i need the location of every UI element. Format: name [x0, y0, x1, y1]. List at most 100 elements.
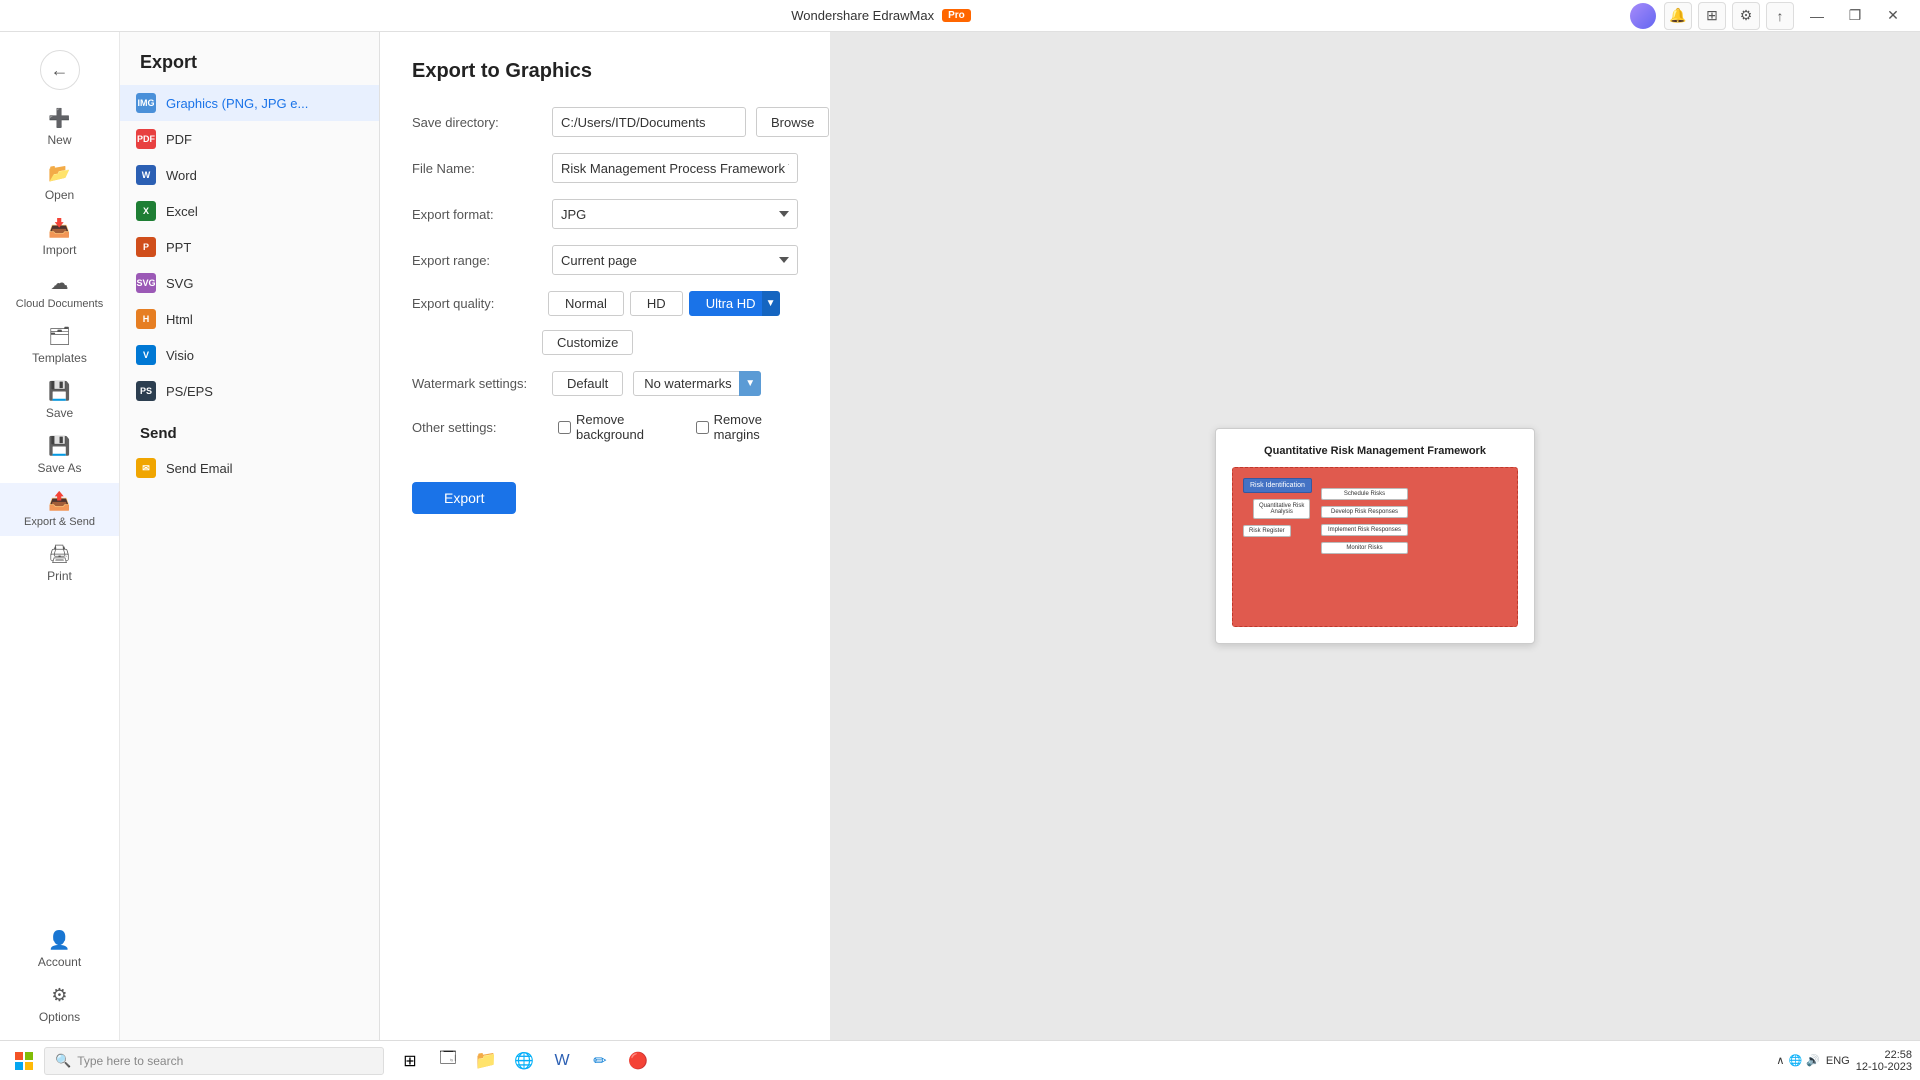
- open-label: Open: [45, 188, 74, 202]
- watermark-dropdown-arrow[interactable]: ▼: [739, 371, 761, 396]
- export-format-word[interactable]: W Word: [120, 157, 379, 193]
- taskbar-search[interactable]: 🔍 Type here to search: [44, 1047, 384, 1075]
- svg-label: SVG: [166, 276, 193, 291]
- volume-icon[interactable]: 🔊: [1806, 1054, 1820, 1067]
- develop-risk-node: Develop Risk Responses: [1321, 506, 1408, 518]
- import-icon: 📥: [48, 218, 70, 239]
- svg-icon: SVG: [136, 273, 156, 293]
- remove-background-label[interactable]: Remove background: [558, 412, 680, 442]
- watermark-default-button[interactable]: Default: [552, 371, 623, 396]
- export-quality-label: Export quality:: [412, 296, 542, 311]
- sidebar-item-export[interactable]: 📤 Export & Send: [0, 483, 119, 536]
- back-arrow-icon[interactable]: ←: [40, 50, 80, 90]
- ps-label: PS/EPS: [166, 384, 213, 399]
- import-label: Import: [42, 243, 76, 257]
- visio-icon: V: [136, 345, 156, 365]
- export-format-label: Export format:: [412, 207, 542, 222]
- preview-area: Quantitative Risk Management Framework R…: [830, 32, 1920, 1040]
- taskbar-chrome-button[interactable]: 🔴: [620, 1043, 656, 1079]
- taskbar: 🔍 Type here to search ⊞ 🗔 📁 🌐 W ✏ 🔴 ∧ 🌐 …: [0, 1040, 1920, 1080]
- export-sidebar: Export IMG Graphics (PNG, JPG e... PDF P…: [120, 32, 380, 1040]
- sidebar-item-account[interactable]: 👤 Account: [0, 922, 119, 977]
- taskbar-edraw-button[interactable]: ✏: [582, 1043, 618, 1079]
- export-format-graphics[interactable]: IMG Graphics (PNG, JPG e...: [120, 85, 379, 121]
- graphics-icon: IMG: [136, 93, 156, 113]
- file-name-input[interactable]: [552, 153, 798, 183]
- network-icon[interactable]: 🌐: [1788, 1054, 1802, 1067]
- sidebar-item-save[interactable]: 💾 Save: [0, 373, 119, 428]
- other-settings-row: Other settings: Remove background Remove…: [412, 412, 798, 442]
- export-format-html[interactable]: H Html: [120, 301, 379, 337]
- save-label: Save: [46, 406, 73, 420]
- export-format-svg[interactable]: SVG SVG: [120, 265, 379, 301]
- watermark-select-wrap: No watermarks ▼: [633, 371, 761, 396]
- taskbar-explorer-button[interactable]: 📁: [468, 1043, 504, 1079]
- sidebar-item-print[interactable]: 🖨 Print: [0, 536, 119, 591]
- export-format-ppt[interactable]: P PPT: [120, 229, 379, 265]
- sidebar-item-save-as[interactable]: 💾 Save As: [0, 428, 119, 483]
- export-format-pdf[interactable]: PDF PDF: [120, 121, 379, 157]
- save-directory-row: Save directory: Browse: [412, 107, 798, 137]
- options-icon: ⚙: [51, 985, 67, 1006]
- export-format-visio[interactable]: V Visio: [120, 337, 379, 373]
- quality-hd-button[interactable]: HD: [630, 291, 683, 316]
- taskbar-apps: ⊞ 🗔 📁 🌐 W ✏ 🔴: [392, 1043, 656, 1079]
- export-format-ps[interactable]: PS PS/EPS: [120, 373, 379, 409]
- export-quality-row: Export quality: Normal HD Ultra HD ▼: [412, 291, 798, 316]
- watermark-label: Watermark settings:: [412, 376, 542, 391]
- sidebar-item-open[interactable]: 📂 Open: [0, 155, 119, 210]
- print-icon: 🖨: [48, 544, 71, 565]
- close-button[interactable]: ✕: [1878, 6, 1908, 26]
- taskbar-clock[interactable]: 22:58 12-10-2023: [1856, 1049, 1912, 1073]
- export-range-select[interactable]: Current page All pages Selected shapes: [552, 245, 798, 275]
- export-button[interactable]: Export: [412, 482, 516, 514]
- grid-icon[interactable]: ⊞: [1698, 2, 1726, 30]
- remove-background-checkbox[interactable]: [558, 421, 571, 434]
- save-as-icon: 💾: [48, 436, 70, 457]
- customize-button[interactable]: Customize: [542, 330, 633, 355]
- new-label: New: [47, 133, 71, 147]
- taskbar-taskview-button[interactable]: 🗔: [430, 1043, 466, 1079]
- settings-icon[interactable]: ⚙: [1732, 2, 1760, 30]
- sidebar-item-cloud[interactable]: ☁ Cloud Documents: [0, 265, 119, 318]
- minimize-button[interactable]: —: [1802, 6, 1832, 26]
- back-button[interactable]: ←: [0, 40, 119, 100]
- ppt-label: PPT: [166, 240, 191, 255]
- word-icon: W: [136, 165, 156, 185]
- excel-icon: X: [136, 201, 156, 221]
- taskbar-widgets-button[interactable]: ⊞: [392, 1043, 428, 1079]
- options-label: Options: [39, 1010, 80, 1024]
- export-format-select[interactable]: JPG PNG BMP GIF TIFF SVG: [552, 199, 798, 229]
- templates-label: Templates: [32, 351, 87, 365]
- content-area: Export to Graphics Save directory: Brows…: [380, 32, 1920, 1040]
- send-email-item[interactable]: ✉ Send Email: [120, 450, 379, 486]
- title-bar: Wondershare EdrawMax Pro 🔔 ⊞ ⚙ ↑ — ❐ ✕: [0, 0, 1920, 32]
- remove-margins-label[interactable]: Remove margins: [696, 412, 798, 442]
- new-icon: ➕: [48, 108, 70, 129]
- save-directory-input[interactable]: [552, 107, 746, 137]
- expand-tray-icon[interactable]: ∧: [1776, 1054, 1784, 1067]
- notifications-icon[interactable]: 🔔: [1664, 2, 1692, 30]
- taskbar-edge-button[interactable]: 🌐: [506, 1043, 542, 1079]
- search-icon: 🔍: [55, 1053, 71, 1069]
- sidebar-item-new[interactable]: ➕ New: [0, 100, 119, 155]
- quality-normal-button[interactable]: Normal: [548, 291, 624, 316]
- sidebar-item-options[interactable]: ⚙ Options: [0, 977, 119, 1032]
- user-avatar[interactable]: [1630, 3, 1656, 29]
- search-placeholder-text: Type here to search: [77, 1054, 183, 1068]
- taskbar-word-button[interactable]: W: [544, 1043, 580, 1079]
- start-button[interactable]: [8, 1045, 40, 1077]
- email-icon: ✉: [136, 458, 156, 478]
- browse-button[interactable]: Browse: [756, 107, 829, 137]
- restore-button[interactable]: ❐: [1840, 6, 1870, 26]
- share-icon[interactable]: ↑: [1766, 2, 1794, 30]
- export-format-excel[interactable]: X Excel: [120, 193, 379, 229]
- sidebar-item-templates[interactable]: 🗂 Templates: [0, 318, 119, 373]
- remove-margins-checkbox[interactable]: [696, 421, 709, 434]
- ultra-hd-dropdown-arrow[interactable]: ▼: [762, 291, 780, 316]
- templates-icon: 🗂: [48, 326, 71, 347]
- windows-logo-icon: [15, 1052, 33, 1070]
- sidebar-item-import[interactable]: 📥 Import: [0, 210, 119, 265]
- main-layout: ← ➕ New 📂 Open 📥 Import ☁ Cloud Document…: [0, 32, 1920, 1040]
- pdf-label: PDF: [166, 132, 192, 147]
